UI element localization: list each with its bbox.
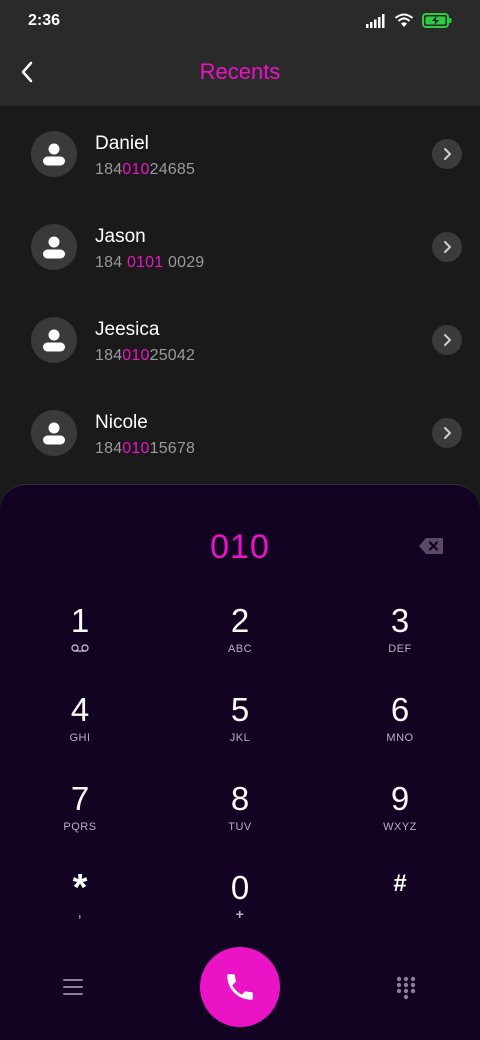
contact-name: Nicole: [95, 412, 148, 433]
key-digit: 4: [70, 691, 90, 728]
backspace-button[interactable]: [418, 537, 444, 555]
app-header: Recents: [0, 44, 480, 106]
chevron-right-icon: [444, 148, 451, 160]
key-digit: 5: [230, 691, 250, 728]
avatar: [31, 410, 77, 456]
person-icon: [43, 422, 65, 445]
key-letters: PQRS: [63, 821, 97, 833]
contact-details-button[interactable]: [432, 325, 462, 355]
contact-number: 18401024685: [95, 161, 196, 178]
key-8[interactable]: 8 TUV: [160, 767, 320, 851]
dialpad: 010 1 2 ABC 3 DEF 4 GHI 5 JKL 6 MNO 7 PQ…: [0, 484, 480, 1040]
person-icon: [43, 236, 65, 259]
key-letters: [320, 906, 480, 920]
key-letters: WXYZ: [383, 821, 417, 833]
contact-details-button[interactable]: [432, 418, 462, 448]
wifi-icon: [394, 13, 414, 27]
backspace-icon: [419, 538, 443, 554]
key-digit: 3: [390, 602, 410, 639]
recents-list: Daniel 18401024685 Jason 184 0101 0029 J…: [0, 106, 480, 486]
page-title: Recents: [199, 59, 281, 84]
key-letters: GHI: [69, 732, 91, 744]
contact-number: 18401015678: [95, 440, 196, 457]
avatar: [31, 224, 77, 270]
dialed-number[interactable]: 010: [0, 528, 480, 567]
keypad-grid-icon: [396, 976, 416, 1000]
chevron-right-icon: [444, 334, 451, 346]
contact-row[interactable]: Daniel 18401024685: [0, 106, 480, 199]
key-digit: 9: [390, 780, 410, 817]
key-digit: #: [393, 870, 407, 897]
contact-number: 184 0101 0029: [95, 254, 205, 271]
key-9[interactable]: 9 WXYZ: [320, 767, 480, 851]
key-3[interactable]: 3 DEF: [320, 589, 480, 673]
key-letters: +: [235, 906, 245, 922]
call-button[interactable]: [200, 947, 280, 1027]
contact-row[interactable]: Jeesica 18401025042: [0, 292, 480, 385]
signal-icon: [366, 13, 385, 28]
battery-charging-icon: [422, 13, 452, 28]
key-digit: 8: [230, 780, 250, 817]
contact-number: 18401025042: [95, 347, 196, 364]
key-digit: *: [72, 867, 88, 909]
key-0[interactable]: 0 +: [160, 856, 320, 940]
voicemail-icon: [71, 644, 89, 652]
key-letters: ,: [77, 904, 83, 921]
key-digit: 7: [70, 780, 90, 817]
key-digit: 6: [390, 691, 410, 728]
contact-row[interactable]: Jason 184 0101 0029: [0, 199, 480, 292]
avatar: [31, 317, 77, 363]
menu-button[interactable]: [60, 975, 86, 999]
key-6[interactable]: 6 MNO: [320, 678, 480, 762]
key-digit: 2: [230, 602, 250, 639]
contact-details-button[interactable]: [432, 139, 462, 169]
status-bar: 2:36: [0, 0, 480, 44]
key-letters: ABC: [227, 643, 253, 655]
chevron-right-icon: [444, 427, 451, 439]
contact-name: Jason: [95, 226, 146, 247]
key-letters: DEF: [388, 643, 412, 655]
key-letters: MNO: [386, 732, 414, 744]
key-letters: [0, 643, 160, 657]
status-time: 2:36: [28, 12, 61, 29]
contact-row[interactable]: Nicole 18401015678: [0, 385, 480, 478]
key-2[interactable]: 2 ABC: [160, 589, 320, 673]
menu-icon: [63, 979, 83, 995]
key-7[interactable]: 7 PQRS: [0, 767, 160, 851]
person-icon: [43, 329, 65, 352]
status-icons: [366, 13, 452, 28]
keypad-toggle-button[interactable]: [394, 975, 418, 1001]
avatar: [31, 131, 77, 177]
key-hash[interactable]: #: [320, 856, 480, 940]
key-4[interactable]: 4 GHI: [0, 678, 160, 762]
dialpad-bottom-bar: [0, 945, 480, 1040]
key-digit: 1: [70, 602, 90, 639]
key-1[interactable]: 1: [0, 589, 160, 673]
contact-details-button[interactable]: [432, 232, 462, 262]
key-5[interactable]: 5 JKL: [160, 678, 320, 762]
contact-name: Jeesica: [95, 319, 160, 340]
person-icon: [43, 143, 65, 166]
contact-name: Daniel: [95, 133, 149, 154]
key-star[interactable]: * ,: [0, 856, 160, 940]
key-digit: 0: [230, 869, 250, 906]
chevron-right-icon: [444, 241, 451, 253]
key-letters: JKL: [229, 732, 251, 744]
phone-icon: [227, 974, 253, 1000]
key-letters: TUV: [228, 821, 252, 833]
